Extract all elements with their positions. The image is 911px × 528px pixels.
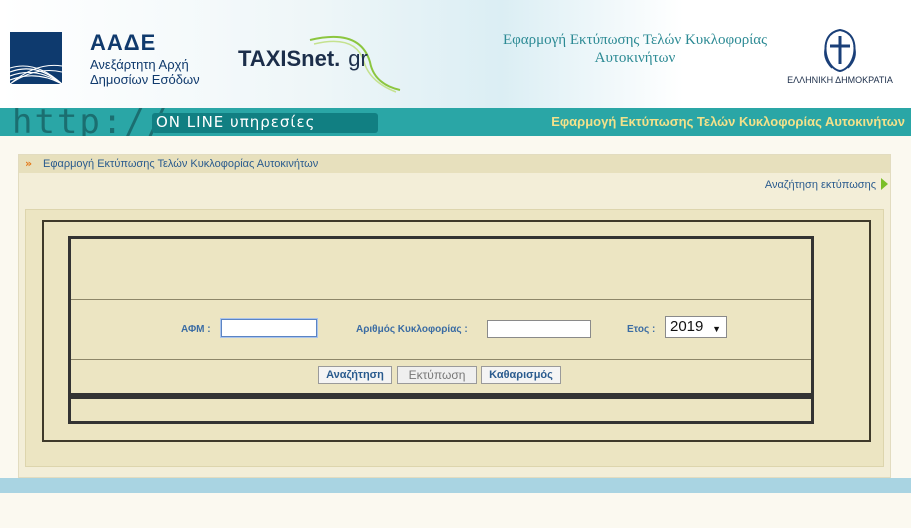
- app-title-line2: Αυτοκινήτων: [594, 50, 676, 66]
- year-selected-value: 2019: [670, 318, 704, 335]
- aade-subtitle-line2: Δημοσίων Εσόδων: [90, 72, 200, 87]
- search-form-table: ΑΦΜ : Αριθμός Κυκλοφορίας : Ετος : 2019 …: [68, 236, 814, 396]
- taxisnet-main: TAXISnet: [238, 46, 335, 71]
- taxisnet-dot: .: [334, 46, 341, 71]
- panel-heading: Εφαρμογή Εκτύπωσης Τελών Κυκλοφορίας Αυτ…: [43, 158, 319, 170]
- print-button[interactable]: Εκτύπωση: [397, 366, 477, 384]
- site-header: ΑΑΔΕ Ανεξάρτητη Αρχή Δημοσίων Εσόδων TAX…: [0, 0, 911, 108]
- app-title-line1: Εφαρμογή Εκτύπωσης Τελών Κυκλοφορίας: [502, 32, 768, 48]
- footer-bar: [0, 478, 911, 493]
- dropdown-arrow-icon: ▼: [712, 324, 721, 334]
- year-select[interactable]: 2019 ▼: [665, 316, 727, 338]
- plate-label: Αριθμός Κυκλοφορίας :: [356, 324, 468, 335]
- panel-heading-bar: » Εφαρμογή Εκτύπωσης Τελών Κυκλοφορίας Α…: [19, 155, 890, 173]
- aade-subtitle-line1: Ανεξάρτητη Αρχή: [90, 57, 189, 72]
- form-row-blank: [71, 239, 811, 300]
- services-banner: http://w ON LINE υπηρεσίες Εφαρμογή Εκτύ…: [0, 108, 911, 136]
- taxisnet-logo: TAXISnet. gr: [238, 46, 368, 72]
- afm-label: ΑΦΜ :: [181, 324, 211, 335]
- search-print-link[interactable]: Αναζήτηση εκτύπωσης: [765, 179, 876, 191]
- content-panel: » Εφαρμογή Εκτύπωσης Τελών Κυκλοφορίας Α…: [18, 154, 891, 478]
- clear-button[interactable]: Καθαρισμός: [481, 366, 561, 384]
- greek-emblem-icon: [824, 28, 856, 72]
- form-row-buttons: Αναζήτηση Εκτύπωση Καθαρισμός: [71, 359, 811, 393]
- aade-name: ΑΑΔΕ: [90, 30, 157, 55]
- aade-logo-icon: [10, 32, 62, 84]
- taxisnet-gr: gr: [348, 46, 368, 71]
- plate-number-input[interactable]: [487, 320, 591, 338]
- search-button[interactable]: Αναζήτηση: [318, 366, 392, 384]
- online-services-text: ON LINE υπηρεσίες: [156, 113, 316, 131]
- form-row-fields: ΑΦΜ : Αριθμός Κυκλοφορίας : Ετος : 2019 …: [71, 299, 811, 360]
- afm-input[interactable]: [221, 319, 317, 337]
- banner-app-title: Εφαρμογή Εκτύπωσης Τελών Κυκλοφορίας Αυτ…: [551, 114, 905, 129]
- results-strip: [68, 396, 814, 424]
- play-arrow-icon: [881, 178, 888, 190]
- hellenic-republic-label: ΕΛΛΗΝΙΚΗ ΔΗΜΟΚΡΑΤΙΑ: [787, 75, 893, 85]
- double-chevron-icon: »: [25, 157, 33, 170]
- form-area: ΑΦΜ : Αριθμός Κυκλοφορίας : Ετος : 2019 …: [25, 209, 884, 467]
- year-label: Ετος :: [627, 324, 656, 335]
